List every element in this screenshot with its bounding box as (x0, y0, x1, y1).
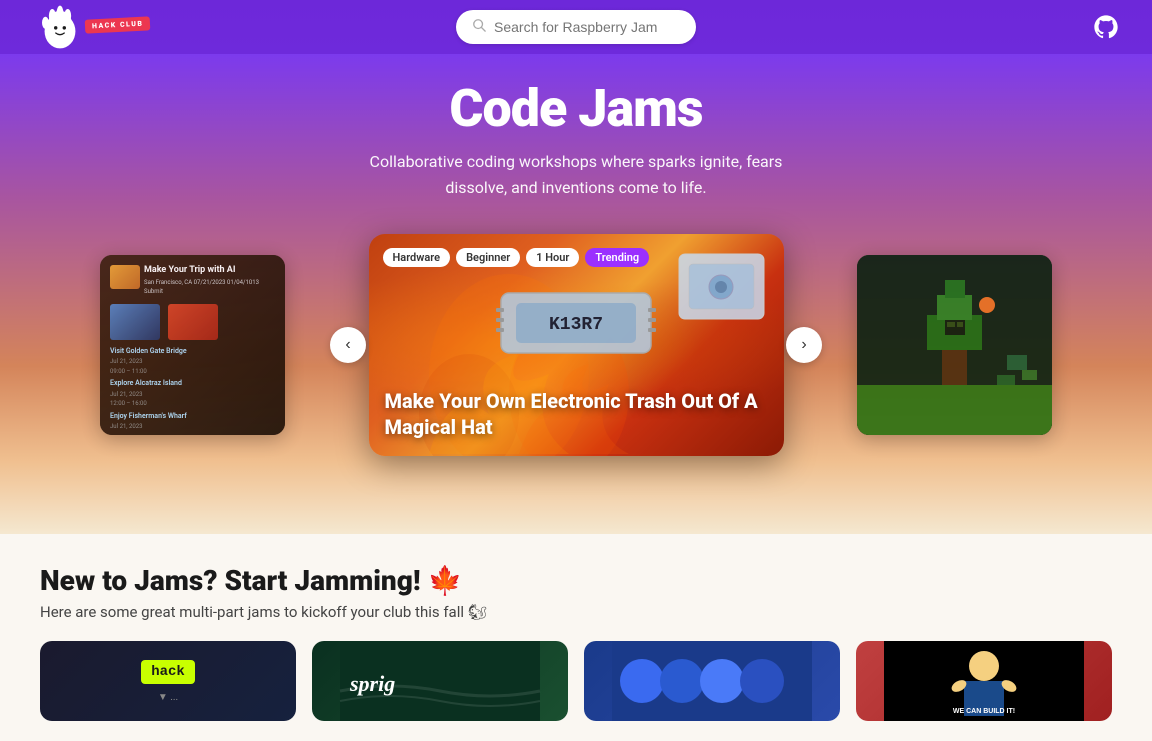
bottom-card-blot[interactable] (584, 641, 840, 721)
thumbnail-3 (168, 304, 218, 340)
hero-title: Code Jams (0, 54, 1152, 149)
sprig-card-icon: sprig (312, 641, 568, 721)
tag-beginner: Beginner (456, 248, 520, 267)
svg-text:WE CAN BUILD IT!: WE CAN BUILD IT! (953, 708, 1015, 715)
github-icon (1092, 13, 1120, 41)
tag-hardware: Hardware (383, 248, 451, 267)
navbar: HACK CLUB (0, 0, 1152, 54)
search-bar[interactable] (456, 10, 696, 44)
bottom-cards-row: hack ▼ ... sprig (40, 641, 1112, 721)
hero-subtitle: Collaborative coding workshops where spa… (356, 149, 796, 200)
hack-label: hack (141, 660, 195, 684)
pixel-art-scene-icon (857, 255, 1052, 435)
bottom-subtitle: Here are some great multi-part jams to k… (40, 603, 1112, 621)
keyboard-switch-icon (674, 249, 769, 324)
hack-sublabel: ▼ ... (158, 692, 178, 703)
chevron-right-icon: › (801, 336, 806, 354)
svg-text:K13R7: K13R7 (549, 315, 603, 335)
carousel: Make Your Trip with AI San Francisco, CA… (0, 230, 1152, 460)
bottom-title: New to Jams? Start Jamming! 🍁 (40, 564, 1112, 597)
nav-logo[interactable]: HACK CLUB (30, 5, 150, 49)
search-icon (472, 18, 486, 36)
search-input[interactable] (494, 19, 680, 35)
side-card-right (857, 255, 1052, 435)
blot-card-icon (584, 641, 840, 721)
tag-trending: Trending (585, 248, 649, 267)
hero-section: Code Jams Collaborative coding workshops… (0, 54, 1152, 534)
svg-text:sprig: sprig (349, 671, 395, 696)
card-title: Make Your Own Electronic Trash Out Of A … (385, 388, 768, 440)
left-card-title: Make Your Trip with AI (144, 265, 275, 275)
github-link[interactable] (1090, 11, 1122, 43)
tag-duration: 1 Hour (526, 248, 579, 267)
carousel-next-button[interactable]: › (786, 327, 822, 363)
hackclub-badge: HACK CLUB (85, 16, 151, 33)
bottom-section: New to Jams? Start Jamming! 🍁 Here are s… (0, 534, 1152, 741)
bottom-card-hack[interactable]: hack ▼ ... (40, 641, 296, 721)
card-tags: Hardware Beginner 1 Hour Trending (383, 248, 650, 267)
chevron-left-icon: ‹ (345, 336, 350, 354)
thumbnail-1 (110, 265, 140, 289)
hackclub-logo-icon (30, 5, 90, 49)
chip-k13r7-icon: K13R7 (496, 283, 656, 363)
left-card-meta: San Francisco, CA 07/21/2023 01/04/1013 … (144, 279, 275, 296)
side-card-left: Make Your Trip with AI San Francisco, CA… (100, 255, 285, 435)
left-card-thumbnails: Make Your Trip with AI San Francisco, CA… (110, 265, 275, 296)
carousel-prev-button[interactable]: ‹ (330, 327, 366, 363)
left-card-list: Visit Golden Gate Bridge Jul 21, 2023 09… (110, 346, 275, 432)
bottom-card-sprig[interactable]: sprig (312, 641, 568, 721)
poster-card-icon: WE CAN BUILD IT! (856, 641, 1112, 721)
thumbnail-2 (110, 304, 160, 340)
bottom-card-poster[interactable]: WE CAN BUILD IT! (856, 641, 1112, 721)
featured-card[interactable]: K13R7 Hardware Beginner 1 Hour Trending (369, 234, 784, 456)
